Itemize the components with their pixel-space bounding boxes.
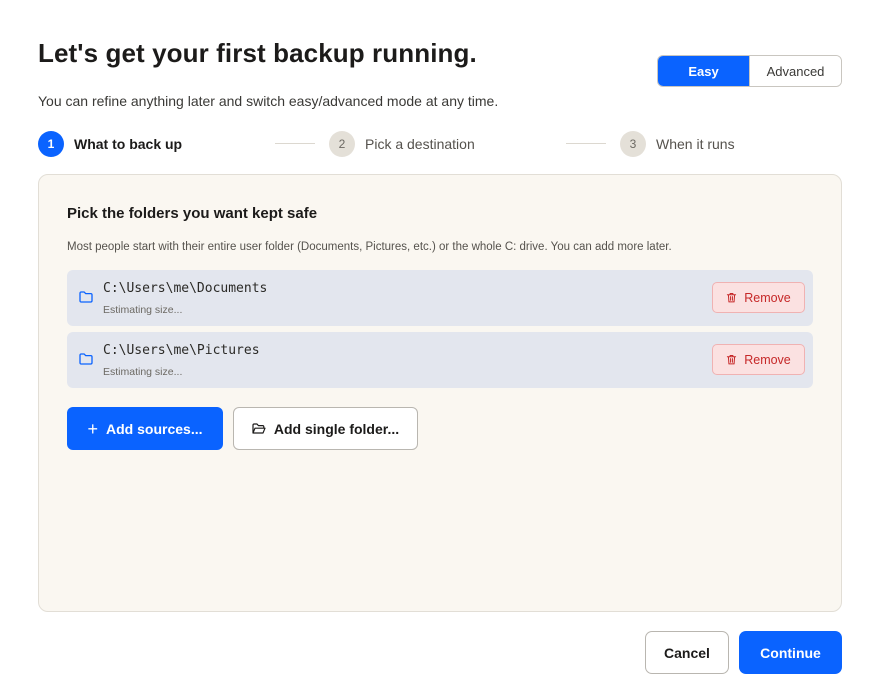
step-connector (275, 143, 315, 144)
page-title: Let's get your first backup running. (38, 38, 477, 68)
page-subtitle: You can refine anything later and switch… (38, 93, 499, 109)
easy-mode-button[interactable]: Easy (658, 56, 749, 86)
folder-row: C:\Users\me\Pictures Estimating size... … (67, 332, 813, 388)
folder-icon (79, 353, 93, 365)
step-connector (566, 143, 606, 144)
step-number: 3 (620, 131, 646, 157)
remove-label: Remove (744, 290, 791, 305)
open-folder-icon (252, 422, 266, 434)
step-number: 2 (329, 131, 355, 157)
sources-panel: Pick the folders you want kept safe Most… (38, 174, 842, 612)
advanced-mode-button[interactable]: Advanced (749, 56, 841, 86)
cancel-button[interactable]: Cancel (645, 631, 729, 674)
remove-label: Remove (744, 352, 791, 367)
step-label: Pick a destination (365, 136, 475, 152)
folder-path: C:\Users\me\Pictures (103, 343, 260, 358)
folder-size: Estimating size... (103, 366, 183, 378)
folder-path: C:\Users\me\Documents (103, 281, 268, 296)
remove-button[interactable]: Remove (712, 282, 805, 313)
panel-description: Most people start with their entire user… (67, 241, 672, 253)
add-single-folder-button[interactable]: Add single folder... (233, 407, 418, 450)
panel-title: Pick the folders you want kept safe (67, 205, 318, 222)
trash-icon (727, 354, 737, 365)
step-pick-a-destination[interactable]: 2 Pick a destination (329, 131, 475, 157)
folder-size: Estimating size... (103, 304, 183, 316)
trash-icon (727, 292, 737, 303)
step-what-to-back-up[interactable]: 1 What to back up (38, 131, 182, 157)
folder-row: C:\Users\me\Documents Estimating size...… (67, 270, 813, 326)
add-sources-label: Add sources... (106, 420, 203, 437)
continue-button[interactable]: Continue (739, 631, 842, 674)
step-label: When it runs (656, 136, 735, 152)
step-number: 1 (38, 131, 64, 157)
plus-icon: + (87, 418, 99, 439)
step-label: What to back up (74, 136, 183, 152)
add-sources-button[interactable]: + Add sources... (67, 407, 223, 450)
remove-button[interactable]: Remove (712, 344, 805, 375)
stepper: 1 What to back up 2 Pick a destination 3… (38, 131, 838, 157)
folder-icon (79, 291, 93, 303)
mode-toggle: Easy Advanced (657, 55, 842, 87)
add-single-folder-label: Add single folder... (273, 420, 400, 437)
step-when-it-runs[interactable]: 3 When it runs (620, 131, 735, 157)
